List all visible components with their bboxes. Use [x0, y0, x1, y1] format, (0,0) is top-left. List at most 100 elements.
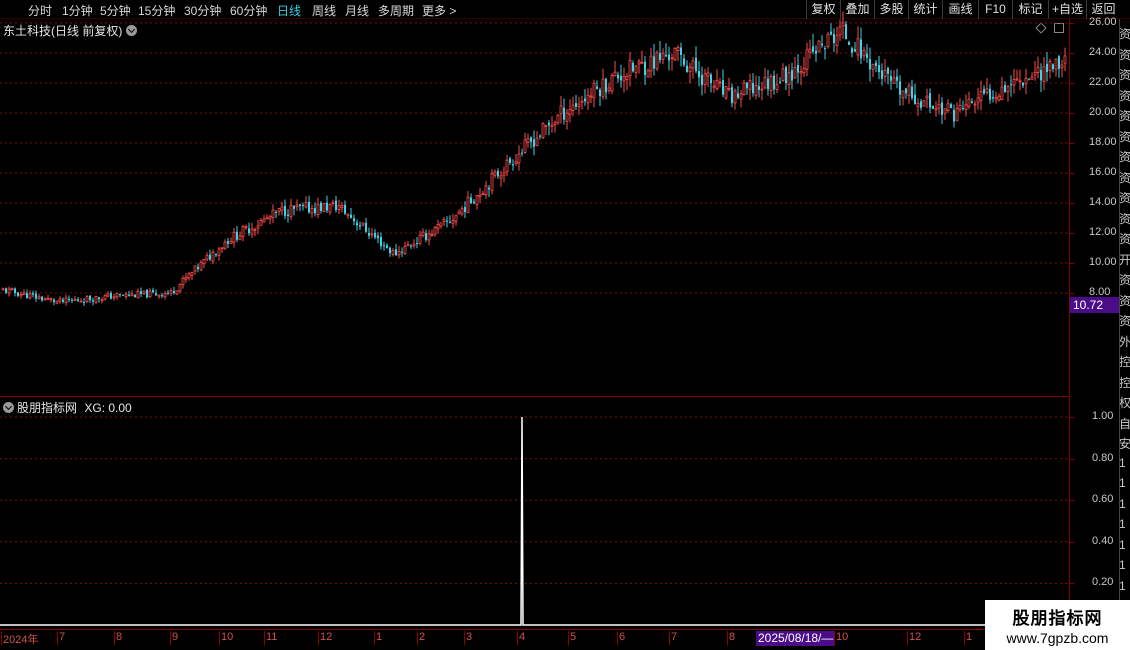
candle [89, 295, 91, 304]
candle [905, 87, 907, 99]
candle [821, 35, 823, 48]
indicator-series [0, 416, 1069, 626]
candle [941, 97, 943, 124]
candle [763, 68, 767, 90]
candle [575, 94, 577, 110]
indicator-title[interactable]: 股朋指标网 XG: 0.00 [3, 399, 132, 416]
chevron-down-icon[interactable] [3, 402, 14, 413]
candle [1033, 60, 1037, 81]
indicator-name: 股朋指标网 [17, 401, 78, 415]
candle [767, 69, 769, 96]
candle [533, 130, 535, 156]
candle [361, 222, 365, 227]
candle [421, 228, 425, 238]
candle [322, 203, 326, 213]
candle [862, 46, 866, 61]
candle [1042, 56, 1046, 91]
candle [395, 244, 397, 256]
stub-char: 外 [1119, 334, 1130, 349]
candle [314, 202, 316, 217]
price-axis: 8.00 10.00 12.00 14.00 16.00 18.00 20.00 22.00 2… [1069, 16, 1119, 396]
candle [875, 59, 877, 73]
stub-char: 资 [1119, 27, 1130, 41]
candle [280, 201, 284, 216]
candle [470, 193, 472, 205]
candle [754, 75, 758, 100]
candle [265, 214, 269, 220]
candle [971, 98, 973, 104]
date-tick: 6 [616, 631, 626, 645]
candle [550, 116, 554, 133]
candle [577, 96, 581, 115]
candle [466, 191, 470, 214]
candle [302, 202, 304, 211]
candle [32, 290, 34, 298]
candle [244, 224, 248, 231]
candle [584, 89, 586, 106]
candle [683, 54, 685, 68]
candle [985, 78, 989, 95]
candle [71, 297, 73, 303]
candle [746, 81, 748, 95]
candle [460, 205, 464, 217]
candle [55, 300, 59, 305]
candle [433, 225, 437, 237]
watermark: 股朋指标网 www.7gpzb.com [985, 600, 1130, 650]
candle [1048, 58, 1052, 79]
candle [653, 44, 655, 76]
candle [805, 42, 809, 77]
candle [559, 95, 563, 124]
candle [197, 263, 199, 273]
candle [337, 199, 341, 215]
candle [922, 99, 926, 107]
date-tick: 1 [373, 631, 383, 645]
candle [389, 246, 391, 257]
charts-canvas[interactable] [0, 0, 1069, 629]
candle [890, 69, 892, 90]
candle [742, 79, 746, 96]
candle [589, 87, 593, 103]
candle [617, 71, 619, 83]
candle [119, 293, 121, 298]
candle [73, 295, 77, 302]
candle [425, 229, 427, 243]
candle [289, 198, 293, 220]
candle [665, 43, 667, 57]
candle [670, 53, 674, 71]
candle [992, 90, 994, 103]
candle [605, 77, 607, 100]
candle [122, 294, 124, 296]
candle [1018, 69, 1022, 91]
candle [568, 98, 572, 123]
panel-divider[interactable] [0, 396, 1069, 397]
candle [115, 292, 119, 300]
candle [140, 287, 142, 297]
candle [791, 62, 793, 90]
candle [161, 293, 163, 299]
candle [157, 294, 161, 299]
candle [676, 44, 680, 62]
candle [565, 108, 569, 130]
candle [502, 166, 506, 183]
candle [320, 201, 322, 214]
candle [718, 77, 722, 88]
candle [481, 191, 485, 196]
candle [136, 288, 140, 299]
candle [830, 23, 832, 36]
candle [77, 297, 79, 302]
candle [403, 241, 407, 256]
candle [58, 296, 62, 304]
candle [530, 136, 532, 149]
candle [1040, 63, 1042, 93]
candle [359, 221, 361, 230]
candle [250, 222, 254, 239]
candle [646, 68, 650, 78]
candle [899, 75, 901, 106]
candle [758, 76, 760, 98]
candle [439, 222, 443, 229]
candle [632, 60, 634, 73]
candle [308, 195, 310, 214]
candle [406, 240, 410, 247]
candle [787, 64, 791, 97]
candle [1022, 82, 1024, 88]
